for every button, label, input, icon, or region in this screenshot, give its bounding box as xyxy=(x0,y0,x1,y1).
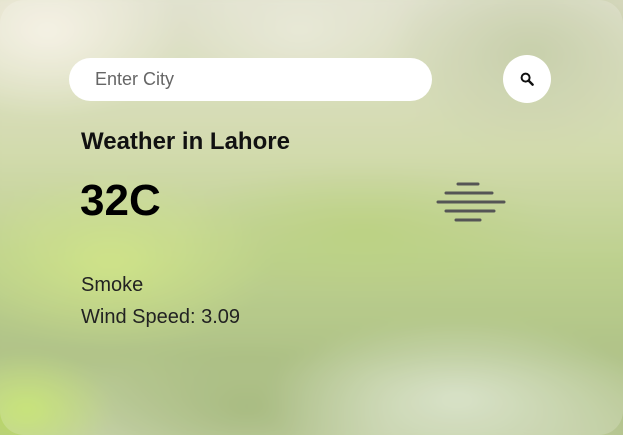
wind-speed: Wind Speed: 3.09 xyxy=(81,306,240,328)
haze-smoke-icon xyxy=(436,182,506,222)
app-window: Weather in Lahore 32C Smoke Wind Speed: … xyxy=(0,0,623,435)
city-title: Weather in Lahore xyxy=(81,128,290,155)
weather-description: Smoke xyxy=(81,274,144,296)
weather-card: Weather in Lahore 32C Smoke Wind Speed: … xyxy=(0,0,623,435)
search-icon xyxy=(520,72,534,86)
city-search-input[interactable] xyxy=(69,58,432,101)
temperature-value: 32C xyxy=(80,176,161,225)
search-button[interactable] xyxy=(503,55,551,103)
